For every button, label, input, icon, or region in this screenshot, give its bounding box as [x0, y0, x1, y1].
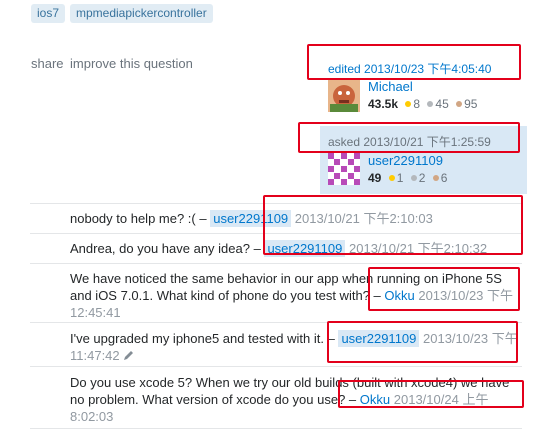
asker-name-link[interactable]: user2291109 [368, 153, 443, 168]
editor-avatar[interactable] [328, 80, 360, 112]
editor-name-link[interactable]: Michael [368, 79, 413, 94]
comment-divider [30, 366, 522, 367]
comment-divider [30, 263, 522, 264]
asker-reputation: 49 1 2 6 [368, 171, 448, 185]
comment-text: nobody to help me? :( – [70, 211, 207, 226]
upgrade-comment-highlight-box [327, 321, 518, 363]
tag-ios7[interactable]: ios7 [31, 4, 66, 23]
pencil-edit-icon[interactable] [123, 348, 135, 365]
edited-highlight-box [307, 44, 521, 80]
comment-text: Andrea, do you have any idea? – [70, 241, 261, 256]
silver-badge-icon [410, 175, 417, 182]
tag-mpmediapickercontroller[interactable]: mpmediapickercontroller [70, 4, 213, 23]
comments-highlight-box [263, 195, 523, 255]
gold-badge-icon [388, 175, 395, 182]
share-link[interactable]: share [31, 56, 64, 71]
silver-badge-icon [427, 101, 434, 108]
gold-badge-icon [405, 101, 412, 108]
editor-reputation: 43.5k 8 45 95 [368, 97, 478, 111]
bronze-badge-icon [456, 101, 463, 108]
asker-avatar[interactable] [328, 153, 360, 185]
comment-divider [30, 428, 522, 429]
asked-highlight-box [298, 122, 520, 153]
comment-text: I've upgraded my iphone5 and tested with… [70, 331, 335, 346]
improve-question-link[interactable]: improve this question [70, 56, 193, 71]
bronze-badge-icon [432, 175, 439, 182]
xcode-comment-highlight-box [338, 380, 524, 408]
okku-date-highlight-box [368, 267, 520, 311]
